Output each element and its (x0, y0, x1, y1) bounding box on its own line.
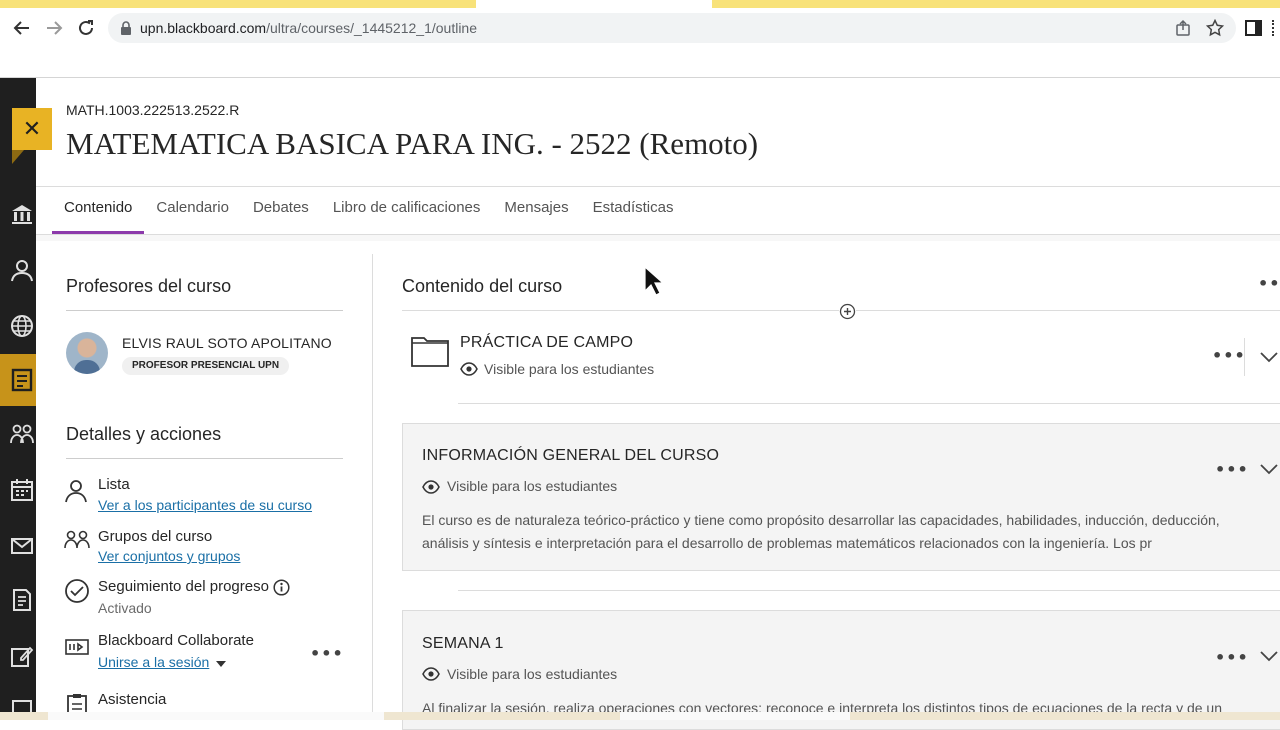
lock-icon (121, 21, 131, 35)
course-title: MATEMATICA BASICA PARA ING. - 2522 (Remo… (66, 126, 759, 161)
add-content-icon[interactable] (839, 303, 856, 320)
divider (458, 403, 1280, 404)
course-code: MATH.1003.222513.2522.R (66, 102, 240, 118)
course-content-heading: Contenido del curso (402, 276, 563, 296)
groups-title: Grupos del curso (98, 528, 213, 545)
person-icon (65, 480, 87, 503)
item-more-button[interactable]: ••• (1215, 648, 1249, 667)
url-text: upn.blackboard.com/ultra/courses/_144521… (140, 20, 478, 36)
tabs-shadow (36, 235, 1280, 241)
collaborate-title: Blackboard Collaborate (98, 632, 254, 649)
eye-icon (422, 667, 440, 681)
professor-badge: PROFESOR PRESENCIAL UPN (122, 357, 290, 375)
tab-libro-de-calificaciones[interactable]: Libro de calificaciones (321, 188, 493, 234)
grades-icon[interactable] (8, 586, 36, 614)
chevron-down-icon[interactable] (1260, 650, 1278, 662)
edit-icon[interactable] (8, 642, 36, 670)
chevron-down-icon[interactable] (1260, 351, 1278, 363)
visibility-label[interactable]: Visible para los estudiantes (447, 478, 617, 494)
join-session-link[interactable]: Unirse a la sesión (98, 654, 209, 670)
item-title-informacion[interactable]: INFORMACIÓN GENERAL DEL CURSO (422, 447, 719, 465)
star-icon[interactable] (1206, 19, 1224, 37)
tab-estadisticas[interactable]: Estadísticas (581, 188, 686, 234)
progress-status: Activado (98, 600, 152, 616)
info-icon[interactable] (273, 579, 290, 596)
courses-icon[interactable] (8, 366, 36, 394)
back-icon[interactable] (8, 14, 36, 42)
roster-link[interactable]: Ver a los participantes de su curso (98, 497, 312, 513)
collaborate-icon (65, 639, 89, 655)
attendance-title[interactable]: Asistencia (98, 691, 166, 708)
content-more-button[interactable]: ••• (1258, 274, 1280, 293)
organizations-icon[interactable] (8, 420, 36, 448)
tab-debates[interactable]: Debates (241, 188, 321, 234)
item-title-practica[interactable]: PRÁCTICA DE CAMPO (460, 334, 633, 352)
item-title-semana[interactable]: SEMANA 1 (422, 635, 504, 653)
collaborate-more-button[interactable]: ••• (310, 644, 344, 663)
divider (66, 458, 343, 459)
profile-icon[interactable] (8, 256, 36, 284)
divider (66, 310, 343, 311)
tab-calendario[interactable]: Calendario (144, 188, 241, 234)
browser-toolbar: upn.blackboard.com/ultra/courses/_144521… (0, 10, 1280, 46)
visibility-label[interactable]: Visible para los estudiantes (484, 361, 654, 377)
eye-icon (422, 480, 440, 494)
eye-icon (460, 362, 478, 376)
globe-icon[interactable] (8, 312, 36, 340)
chrome-divider (0, 77, 1280, 78)
calendar-icon[interactable] (8, 476, 36, 504)
folder-icon (411, 337, 449, 367)
check-circle-icon (65, 579, 89, 603)
details-heading: Detalles y acciones (66, 424, 222, 444)
close-course-button[interactable]: ✕ (12, 108, 52, 164)
item-more-button[interactable]: ••• (1212, 346, 1246, 365)
menu-icon[interactable] (1272, 20, 1275, 36)
chevron-down-icon[interactable] (1260, 463, 1278, 475)
course-tabs: Contenido Calendario Debates Libro de ca… (52, 188, 685, 234)
browser-tab[interactable] (712, 0, 1280, 8)
mouse-cursor-icon (644, 266, 664, 296)
browser-tab[interactable] (0, 0, 476, 8)
browser-tab-strip (0, 0, 1280, 10)
professor-name[interactable]: ELVIS RAUL SOTO APOLITANO (122, 335, 332, 351)
taskbar (0, 712, 1280, 720)
forward-icon[interactable] (40, 14, 68, 42)
close-icon: ✕ (22, 116, 42, 142)
tab-mensajes[interactable]: Mensajes (492, 188, 580, 234)
caret-down-icon[interactable] (216, 661, 226, 667)
visibility-label[interactable]: Visible para los estudiantes (447, 666, 617, 682)
progress-title: Seguimiento del progreso (98, 578, 269, 595)
divider (1244, 338, 1245, 376)
divider (458, 590, 1280, 591)
institution-icon[interactable] (8, 200, 36, 228)
professors-heading: Profesores del curso (66, 276, 232, 296)
avatar[interactable] (66, 332, 108, 374)
item-description: El curso es de naturaleza teórico-prácti… (422, 512, 1220, 551)
sidepanel-icon[interactable] (1244, 18, 1264, 38)
reload-icon[interactable] (72, 14, 100, 42)
taskbar-item[interactable] (48, 712, 384, 720)
taskbar-item[interactable] (620, 712, 850, 720)
groups-icon (64, 530, 90, 549)
left-nav (0, 78, 36, 720)
tab-contenido[interactable]: Contenido (52, 188, 145, 234)
header-divider (36, 186, 1280, 187)
roster-title: Lista (98, 476, 130, 493)
item-more-button[interactable]: ••• (1215, 460, 1249, 479)
panel-divider (372, 254, 373, 720)
groups-link[interactable]: Ver conjuntos y grupos (98, 548, 240, 564)
share-icon[interactable] (1174, 19, 1192, 37)
mail-icon[interactable] (8, 532, 36, 560)
address-bar[interactable]: upn.blackboard.com/ultra/courses/_144521… (108, 13, 1236, 43)
